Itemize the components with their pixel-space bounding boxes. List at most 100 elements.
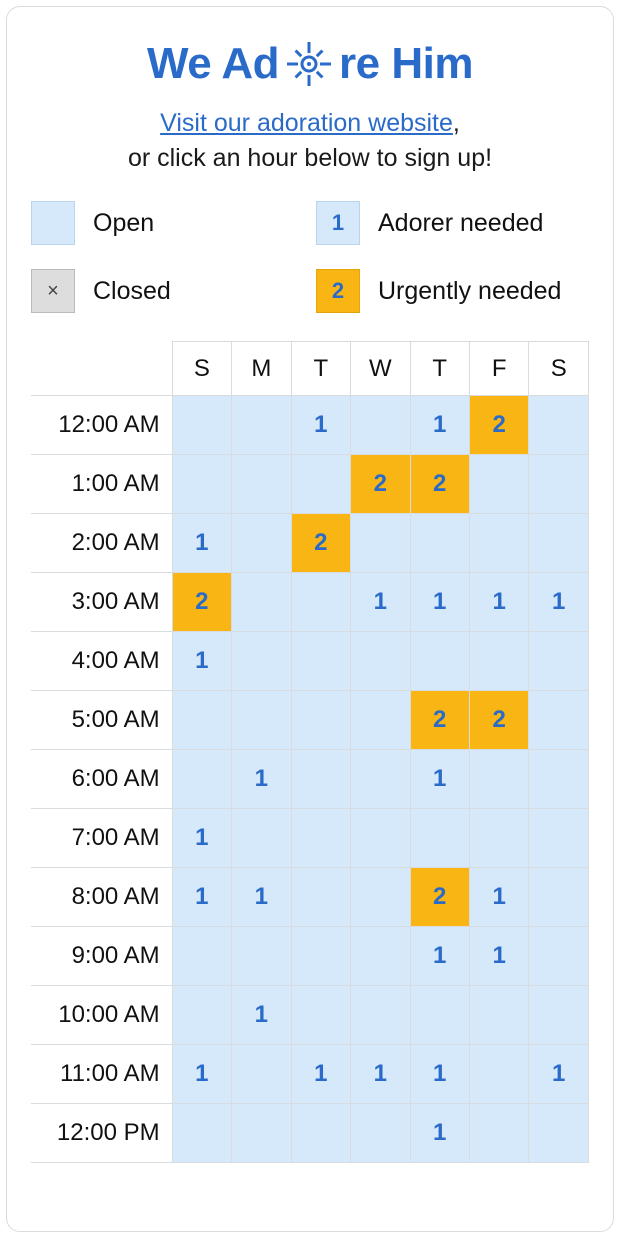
hour-slot[interactable]	[291, 1104, 350, 1163]
hour-slot[interactable]	[232, 1104, 291, 1163]
hour-slot[interactable]	[351, 927, 410, 986]
hour-slot[interactable]	[469, 986, 528, 1045]
hour-slot[interactable]	[291, 455, 350, 514]
hour-slot[interactable]: 1	[232, 868, 291, 927]
hour-slot[interactable]: 1	[410, 1045, 469, 1104]
hour-slot[interactable]	[291, 573, 350, 632]
hour-slot[interactable]	[232, 573, 291, 632]
hour-slot[interactable]: 1	[232, 750, 291, 809]
hour-slot[interactable]	[172, 986, 231, 1045]
hour-slot[interactable]	[232, 632, 291, 691]
hour-slot[interactable]	[469, 455, 528, 514]
hour-slot[interactable]	[291, 750, 350, 809]
time-label: 7:00 AM	[31, 809, 172, 868]
hour-slot[interactable]	[529, 632, 589, 691]
hour-slot[interactable]	[351, 868, 410, 927]
hour-slot[interactable]	[172, 1104, 231, 1163]
hour-slot[interactable]	[351, 809, 410, 868]
hour-slot[interactable]	[232, 455, 291, 514]
hour-slot[interactable]	[351, 632, 410, 691]
hour-slot[interactable]: 1	[469, 573, 528, 632]
hour-slot[interactable]	[232, 396, 291, 455]
hour-slot[interactable]	[291, 691, 350, 750]
hour-slot[interactable]: 1	[351, 573, 410, 632]
hour-slot[interactable]	[529, 868, 589, 927]
hour-slot[interactable]	[232, 809, 291, 868]
hour-slot[interactable]	[410, 632, 469, 691]
hour-slot[interactable]: 1	[410, 396, 469, 455]
hour-slot[interactable]	[232, 691, 291, 750]
hour-slot[interactable]	[232, 1045, 291, 1104]
hour-slot[interactable]	[172, 396, 231, 455]
hour-slot[interactable]: 2	[172, 573, 231, 632]
hour-slot[interactable]	[469, 750, 528, 809]
logo-text-left: We Ad	[147, 39, 279, 89]
hour-slot[interactable]: 1	[172, 1045, 231, 1104]
hour-slot[interactable]: 2	[291, 514, 350, 573]
hour-slot[interactable]	[469, 632, 528, 691]
hour-slot[interactable]	[291, 868, 350, 927]
day-header: W	[351, 342, 410, 396]
hour-slot[interactable]	[469, 514, 528, 573]
hour-slot[interactable]: 2	[410, 455, 469, 514]
hour-slot[interactable]	[232, 927, 291, 986]
hour-slot[interactable]	[351, 986, 410, 1045]
hour-slot[interactable]	[232, 514, 291, 573]
hour-slot[interactable]	[469, 1045, 528, 1104]
hour-slot[interactable]: 2	[469, 396, 528, 455]
hour-slot[interactable]: 1	[410, 750, 469, 809]
hour-slot[interactable]: 1	[172, 868, 231, 927]
day-header: M	[232, 342, 291, 396]
hour-slot[interactable]: 1	[172, 632, 231, 691]
hour-slot[interactable]	[172, 691, 231, 750]
hour-slot[interactable]: 1	[351, 1045, 410, 1104]
hour-slot[interactable]: 1	[410, 1104, 469, 1163]
hour-slot[interactable]	[529, 986, 589, 1045]
hour-slot[interactable]: 1	[410, 927, 469, 986]
hour-slot[interactable]: 2	[410, 691, 469, 750]
hour-slot[interactable]: 2	[410, 868, 469, 927]
table-row: 10:00 AM1	[31, 986, 589, 1045]
hour-slot[interactable]: 1	[469, 927, 528, 986]
hour-slot[interactable]	[410, 986, 469, 1045]
hour-slot[interactable]	[172, 750, 231, 809]
hour-slot[interactable]: 1	[410, 573, 469, 632]
hour-slot[interactable]: 1	[291, 1045, 350, 1104]
hour-slot[interactable]	[351, 1104, 410, 1163]
hour-slot[interactable]	[529, 1104, 589, 1163]
visit-website-link[interactable]: Visit our adoration website	[160, 109, 453, 137]
hour-slot[interactable]	[351, 396, 410, 455]
hour-slot[interactable]: 2	[469, 691, 528, 750]
time-label: 5:00 AM	[31, 691, 172, 750]
time-label: 11:00 AM	[31, 1045, 172, 1104]
hour-slot[interactable]: 1	[291, 396, 350, 455]
hour-slot[interactable]	[529, 809, 589, 868]
hour-slot[interactable]: 1	[172, 514, 231, 573]
hour-slot[interactable]	[410, 514, 469, 573]
hour-slot[interactable]	[351, 691, 410, 750]
hour-slot[interactable]	[529, 455, 589, 514]
schedule-table: SMTWTFS 12:00 AM1121:00 AM222:00 AM123:0…	[31, 341, 589, 1163]
hour-slot[interactable]	[529, 396, 589, 455]
hour-slot[interactable]	[529, 691, 589, 750]
hour-slot[interactable]: 1	[469, 868, 528, 927]
hour-slot[interactable]: 1	[172, 809, 231, 868]
hour-slot[interactable]	[410, 809, 469, 868]
hour-slot[interactable]	[291, 809, 350, 868]
hour-slot[interactable]	[351, 750, 410, 809]
hour-slot[interactable]	[291, 927, 350, 986]
hour-slot[interactable]	[172, 455, 231, 514]
hour-slot[interactable]	[172, 927, 231, 986]
hour-slot[interactable]	[469, 1104, 528, 1163]
hour-slot[interactable]	[469, 809, 528, 868]
hour-slot[interactable]	[351, 514, 410, 573]
hour-slot[interactable]	[529, 750, 589, 809]
hour-slot[interactable]: 1	[529, 1045, 589, 1104]
hour-slot[interactable]	[529, 927, 589, 986]
hour-slot[interactable]	[529, 514, 589, 573]
hour-slot[interactable]: 2	[351, 455, 410, 514]
hour-slot[interactable]	[291, 632, 350, 691]
hour-slot[interactable]	[291, 986, 350, 1045]
hour-slot[interactable]: 1	[529, 573, 589, 632]
hour-slot[interactable]: 1	[232, 986, 291, 1045]
